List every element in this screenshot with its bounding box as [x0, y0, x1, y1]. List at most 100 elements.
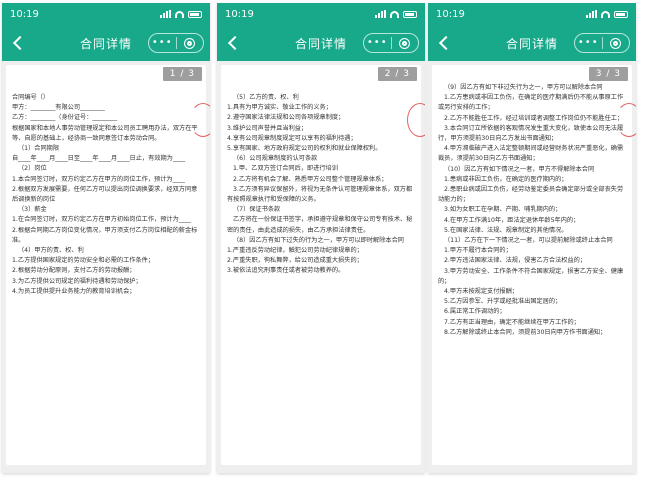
doc-line: 2.根据劳动分配原则，支付乙方的劳动报酬；: [12, 267, 136, 275]
doc-line: （9）因乙方有如下非过失行为之一，甲方可以解除本合同: [444, 84, 603, 91]
nav-bar: 合同详情 •••: [2, 25, 210, 61]
doc-line: 2.乙方不能胜任工作，经过培训或者调整工作岗位仍不能胜任工；: [444, 114, 624, 122]
doc-line: （6）公司规章制度的认可条款: [233, 155, 318, 163]
doc-line: 4.甲方未按规定支付报酬；: [444, 288, 518, 296]
mini-program-capsule: •••: [363, 33, 419, 53]
doc-line: （7）保证书条款: [233, 206, 281, 214]
back-arrow-icon[interactable]: [223, 33, 243, 53]
doc-line: （10）因乙方有如下情况之一者，甲方不得解除本合同: [444, 165, 595, 173]
doc-line: 4.在甲方工作满10年，距法定退休年龄5年内的；: [444, 216, 580, 224]
target-close-icon[interactable]: [177, 38, 204, 49]
phone-screen-2: 10:19 合同详情 ••• 2 / 3 （5）乙方的责、权、利 1.具有为甲方…: [217, 3, 425, 473]
wifi-icon: [601, 10, 610, 18]
doc-line: 2.甲方违法国家法律、法规，侵害乙方合法权益的；: [444, 257, 587, 265]
status-time: 10:19: [436, 8, 465, 20]
doc-line: 2.根据合同期乙方岗位变化情况，甲方须支付乙方岗位相配的薪金标准。: [12, 226, 198, 244]
battery-icon: [614, 10, 628, 18]
page-title: 合同详情: [79, 36, 132, 51]
contract-page: 2 / 3 （5）乙方的责、权、利 1.具有为甲方诚实、敬业工作的义务； 2.遵…: [221, 65, 425, 465]
doc-line: 1.严重违反劳动纪律，触犯公司劳动纪律规章的；: [227, 247, 363, 255]
signal-icon: [586, 10, 597, 18]
doc-line: 5.在国家法律、法规、规章制定的其他情况。: [444, 226, 568, 234]
doc-line: 8.乙方解除或终止本合同，须提前30日向甲方作书面通知；: [444, 328, 607, 336]
doc-line: 甲方：________有限公司________: [12, 104, 105, 112]
contract-text: （9）因乙方有如下非过失行为之一，甲方可以解除本合同 1.乙方患病或非因工负伤，…: [438, 83, 626, 338]
battery-icon: [403, 10, 417, 18]
doc-line: （5）乙方的责、权、利: [233, 94, 299, 101]
doc-line: 1.乙方提供国家规定的劳动安全和必需的工作条件；: [12, 257, 155, 265]
phone-screen-1: 10:19 合同详情 ••• 1 / 3 合同编号（） 甲方：________有…: [2, 3, 210, 473]
signal-icon: [160, 10, 171, 18]
doc-line: 3.如为女职工在孕期、产期、哺乳期内的；: [444, 206, 562, 214]
contract-page: 3 / 3 （9）因乙方有如下非过失行为之一，甲方可以解除本合同 1.乙方患病或…: [432, 65, 636, 465]
contract-text: 合同编号（） 甲方：________有限公司________ 乙方：______…: [12, 93, 200, 297]
doc-line: 乙方将在一份保证书签字，承担遵守规章和保守公司专有技术、秘密的责任，由此造成的损…: [227, 216, 413, 234]
doc-line: （8）因乙方有如下过失的行为之一，甲方可以即时解除本合同: [233, 236, 404, 244]
doc-line: 乙方：________（身份证号：________: [12, 114, 118, 122]
page-indicator: 2 / 3: [377, 67, 417, 81]
doc-line: 1.甲方不履行本合同的；: [444, 247, 512, 255]
mini-program-capsule: •••: [148, 33, 204, 53]
doc-line: 2.严重失职，徇私舞弊，给公司造成重大损失的；: [227, 257, 363, 265]
doc-line: 4.甲方濒临破产进入法定整顿期间或经营财务状况严重恶化，确需裁员，须提前30日向…: [438, 145, 624, 163]
target-close-icon[interactable]: [392, 38, 419, 49]
target-close-icon[interactable]: [603, 38, 630, 49]
doc-line: 4.为员工提供提升业务能力的教育培训机会；: [12, 287, 136, 295]
page-title: 合同详情: [294, 36, 347, 51]
doc-line: 3.被依法追究刑事责任或者被劳动教养的。: [227, 267, 345, 275]
doc-line: 3.甲方劳动安全、工作条件不符合国家规定，损害乙方安全、健康的；: [438, 267, 624, 285]
page-indicator: 1 / 3: [162, 67, 202, 81]
signal-icon: [375, 10, 386, 18]
doc-line: （4）甲方的责、权、利: [18, 247, 84, 255]
doc-line: 根据国家和本地人事劳动管理规定和本公司员工聘用办法，双方在平等、自愿的基础上，经…: [12, 124, 198, 142]
status-icons: [375, 10, 417, 18]
doc-line: 合同编号（）: [12, 94, 50, 101]
doc-line: 1.具有为甲方诚实、敬业工作的义务；: [227, 104, 332, 112]
doc-line: 4.享有公司规章制度规定可以享有的福利待遇；: [227, 134, 357, 142]
doc-line: （3）薪金: [18, 206, 47, 214]
more-dots-icon[interactable]: •••: [149, 34, 176, 52]
nav-bar: 合同详情 •••: [428, 25, 636, 61]
status-bar: 10:19: [2, 3, 210, 25]
doc-line: （1）合同期限: [18, 145, 60, 153]
battery-icon: [188, 10, 202, 18]
doc-line: （2）岗位: [18, 165, 47, 173]
doc-line: 2.根据双方发展需要，任何乙方可以提出岗位调换要求，经双方同意后调换新的岗位: [12, 185, 198, 204]
doc-line: 自____年____月____日至____年____月____日止，有效期为__…: [12, 155, 186, 163]
nav-bar: 合同详情 •••: [217, 25, 425, 61]
doc-line: 3.为乙方提供公司规定的福利待遇和劳动保护；: [12, 277, 142, 285]
status-icons: [586, 10, 628, 18]
doc-line: 2.乙方将有机会了解、熟悉甲方公司整个管理规章体系；: [233, 175, 388, 183]
status-bar: 10:19: [428, 3, 636, 25]
doc-line: 5.乙方因参军、升学或经批准出国定居的；: [444, 298, 562, 306]
status-icons: [160, 10, 202, 18]
doc-line: 2.遵守国家法律法规和公司各项规章制度；: [227, 114, 345, 122]
mini-program-capsule: •••: [574, 33, 630, 53]
back-arrow-icon[interactable]: [434, 33, 454, 53]
contract-page: 1 / 3 合同编号（） 甲方：________有限公司________ 乙方：…: [6, 65, 210, 465]
more-dots-icon[interactable]: •••: [364, 34, 391, 52]
status-time: 10:19: [10, 8, 39, 20]
page-title: 合同详情: [505, 36, 558, 51]
doc-line: 6.属正常工作调动的；: [444, 308, 506, 316]
doc-line: 1.在合同签订时，双方约定乙方在甲方初始岗位工作，预计为____: [12, 216, 192, 224]
doc-line: 5.享有国家、地方政府规定公司的权利和就业保障权利。: [227, 145, 382, 153]
page-indicator: 3 / 3: [588, 67, 628, 81]
doc-line: 3.乙方须有异议保留外，将视为无条件认可管理规章体系，双方都有按照规章执行和受保…: [227, 185, 413, 204]
doc-line: 2.患职业病或因工负伤，经劳动鉴定委员会确定部分或全部丧失劳动能力的；: [438, 186, 624, 204]
status-time: 10:19: [225, 8, 254, 20]
doc-line: 3.本合同订立所依据的客观情况发生重大变化，致使本公司无法履行，甲方须提前30日…: [438, 124, 624, 143]
more-dots-icon[interactable]: •••: [575, 34, 602, 52]
wifi-icon: [390, 10, 399, 18]
contract-text: （5）乙方的责、权、利 1.具有为甲方诚实、敬业工作的义务； 2.遵守国家法律法…: [227, 93, 415, 277]
doc-line: 1.甲、乙双方签订合同后，即进行培训: [233, 165, 338, 173]
doc-line: （11）乙方在下一下情况之一者，可以提前解除或终止本合同: [444, 237, 613, 245]
doc-line: 3.维护公司声誉并且当利益；: [227, 124, 308, 132]
doc-line: 1.乙方患病或非因工负伤，在确定的医疗期满后仍不能从事原工作或另行安排的工作；: [438, 94, 624, 112]
status-bar: 10:19: [217, 3, 425, 25]
wifi-icon: [175, 10, 184, 18]
back-arrow-icon[interactable]: [8, 33, 28, 53]
phone-screen-3: 10:19 合同详情 ••• 3 / 3 （9）因乙方有如下非过失行为之一，甲方…: [428, 3, 636, 473]
doc-line: 1.本合同签订时，双方约定乙方在甲方的岗位工作，预计为____: [12, 175, 185, 183]
doc-line: 7.乙方有正当理由，确定不能继续在甲方工作的；: [444, 318, 580, 326]
